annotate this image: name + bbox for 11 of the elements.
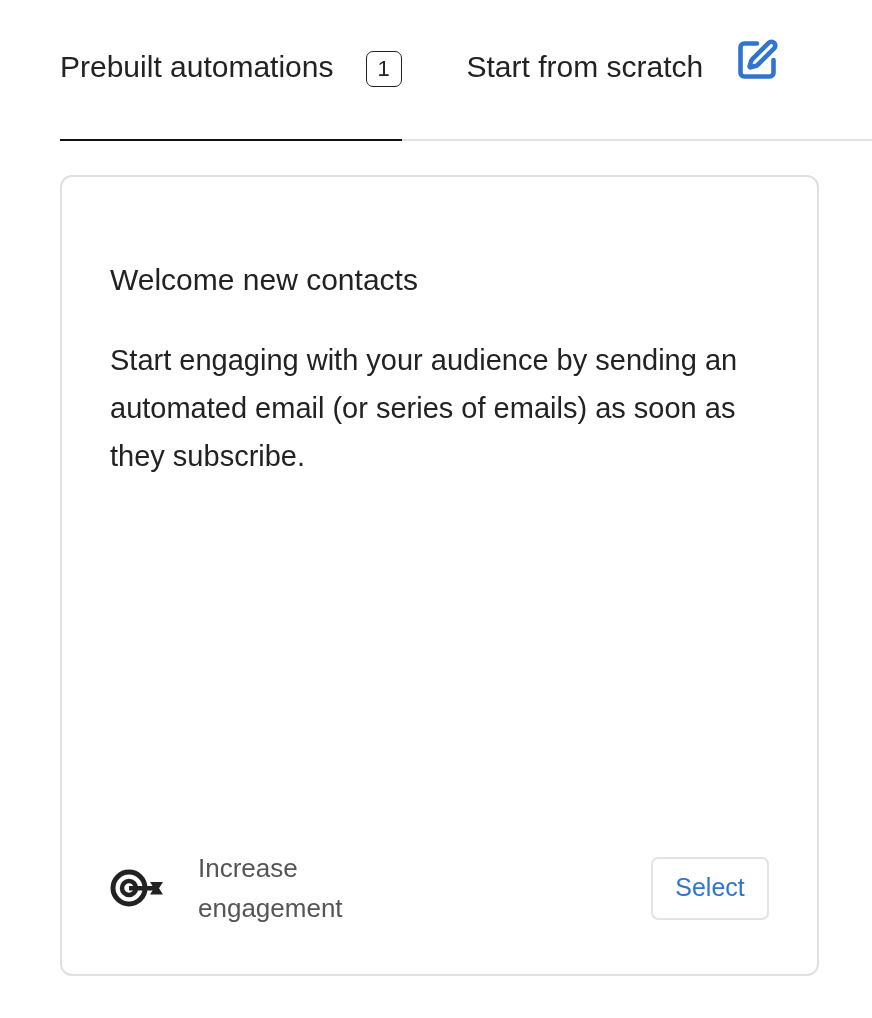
goal-label: Increase engagement [198, 852, 344, 925]
select-button[interactable]: Select [651, 856, 769, 920]
tab-label: Start from scratch [466, 48, 704, 85]
tab-label: Prebuilt automations [60, 48, 334, 85]
card-description: Start engaging with your audience by sending an automated email (or series of emails) as soon as they subscribe. [110, 343, 739, 474]
count-badge: 1 [365, 50, 402, 87]
tab[interactable]: Start from scratch [466, 30, 780, 141]
edit-icon[interactable] [735, 37, 780, 82]
tab[interactable]: Prebuilt automations 1 [60, 30, 402, 141]
card-title: Welcome new contacts [110, 262, 419, 298]
target-arrow-icon [110, 868, 164, 908]
